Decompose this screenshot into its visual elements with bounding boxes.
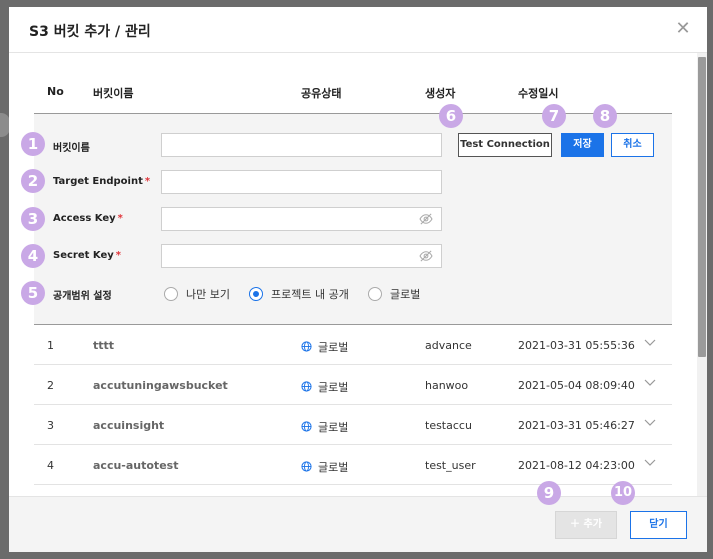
radio-button[interactable] xyxy=(164,287,178,301)
row-share-status: 글로벌 xyxy=(301,339,348,355)
table-row[interactable]: 1 tttt 글로벌 advance 2021-03-31 05:55:36 xyxy=(34,325,672,365)
scope-option-project[interactable]: 프로젝트 내 공개 xyxy=(249,286,349,302)
row-no: 3 xyxy=(47,419,54,432)
test-connection-button[interactable]: Test Connection xyxy=(458,133,552,157)
row-bucket-name: accutuningawsbucket xyxy=(93,379,228,392)
row-bucket-name: tttt xyxy=(93,339,115,352)
chevron-down-icon[interactable] xyxy=(644,336,656,348)
close-button[interactable]: 닫기 xyxy=(630,511,687,539)
row-modified: 2021-08-12 04:23:00 xyxy=(518,459,635,472)
share-status-text: 글로벌 xyxy=(318,341,349,354)
row-modified: 2021-03-31 05:55:36 xyxy=(518,339,635,352)
cancel-button[interactable]: 취소 xyxy=(611,133,654,157)
access-key-label: Access Key * xyxy=(53,213,123,224)
chevron-down-icon[interactable] xyxy=(644,456,656,468)
table-row[interactable]: 3 accuinsight 글로벌 testaccu 2021-03-31 05… xyxy=(34,405,672,445)
scope-option-label: 프로젝트 내 공개 xyxy=(271,288,349,301)
modal-footer: 9 ＋ 추가 10 닫기 xyxy=(9,481,707,552)
step-badge-5: 5 xyxy=(21,281,45,305)
target-endpoint-input[interactable] xyxy=(161,170,442,194)
step-badge-8: 8 xyxy=(593,104,617,128)
access-key-label-text: Access Key xyxy=(53,213,116,224)
table-row[interactable]: 2 accutuningawsbucket 글로벌 hanwoo 2021-05… xyxy=(34,365,672,405)
step-badge-6: 6 xyxy=(439,104,463,128)
secret-key-label-text: Secret Key xyxy=(53,250,114,261)
row-creator: test_user xyxy=(425,459,476,472)
globe-icon xyxy=(301,461,312,472)
save-button[interactable]: 저장 xyxy=(561,133,604,157)
row-share-status: 글로벌 xyxy=(301,459,348,475)
bucket-name-label: 버킷이름 xyxy=(53,143,90,154)
share-status-text: 글로벌 xyxy=(318,461,349,474)
target-endpoint-label: Target Endpoint * xyxy=(53,176,150,187)
chevron-down-icon[interactable] xyxy=(644,416,656,428)
column-header-share: 공유상태 xyxy=(301,87,342,100)
globe-icon xyxy=(301,341,312,352)
chevron-down-icon[interactable] xyxy=(644,376,656,388)
required-mark: * xyxy=(144,176,151,187)
secret-key-input[interactable] xyxy=(161,244,442,268)
share-status-text: 글로벌 xyxy=(318,381,349,394)
close-icon[interactable]: ✕ xyxy=(673,19,693,39)
row-no: 4 xyxy=(47,459,54,472)
modal-header: S3 버킷 추가 / 관리 ✕ xyxy=(9,7,707,53)
radio-button[interactable] xyxy=(249,287,263,301)
row-bucket-name: accuinsight xyxy=(93,419,165,432)
step-badge-4: 4 xyxy=(21,244,45,268)
modal-title: S3 버킷 추가 / 관리 xyxy=(29,24,151,40)
column-header-creator: 생성자 xyxy=(425,87,456,100)
column-header-no: No xyxy=(47,85,64,98)
step-badge-1: 1 xyxy=(21,132,45,156)
s3-bucket-modal: S3 버킷 추가 / 관리 ✕ No 버킷이름 공유상태 생성자 수정일시 1 … xyxy=(9,7,707,552)
scope-label: 공개범위 설정 xyxy=(53,291,112,302)
scope-option-label: 글로벌 xyxy=(390,288,421,301)
target-endpoint-label-text: Target Endpoint xyxy=(53,176,143,187)
globe-icon xyxy=(301,421,312,432)
step-badge-3: 3 xyxy=(21,207,45,231)
column-header-modified: 수정일시 xyxy=(518,87,559,100)
scope-option-private[interactable]: 나만 보기 xyxy=(164,286,230,302)
row-modified: 2021-05-04 08:09:40 xyxy=(518,379,635,392)
required-mark: * xyxy=(117,213,123,224)
step-badge-9: 9 xyxy=(537,481,561,505)
access-key-input[interactable] xyxy=(161,207,442,231)
globe-icon xyxy=(301,381,312,392)
secret-key-label: Secret Key * xyxy=(53,250,121,261)
step-badge-7: 7 xyxy=(542,104,566,128)
row-creator: testaccu xyxy=(425,419,472,432)
scrollbar-thumb[interactable] xyxy=(698,57,706,357)
eye-slash-icon[interactable] xyxy=(419,213,433,225)
row-modified: 2021-03-31 05:46:27 xyxy=(518,419,635,432)
scrollbar[interactable] xyxy=(697,53,707,496)
row-share-status: 글로벌 xyxy=(301,379,348,395)
row-share-status: 글로벌 xyxy=(301,419,348,435)
table-row[interactable]: 4 accu-autotest 글로벌 test_user 2021-08-12… xyxy=(34,445,672,485)
row-no: 1 xyxy=(47,339,54,352)
column-header-name: 버킷이름 xyxy=(93,87,134,100)
row-no: 2 xyxy=(47,379,54,392)
scope-option-global[interactable]: 글로벌 xyxy=(368,286,420,302)
scope-option-label: 나만 보기 xyxy=(186,288,230,301)
required-mark: * xyxy=(115,250,121,261)
row-bucket-name: accu-autotest xyxy=(93,459,179,472)
share-status-text: 글로벌 xyxy=(318,421,349,434)
add-button[interactable]: ＋ 추가 xyxy=(555,511,617,539)
row-creator: advance xyxy=(425,339,472,352)
step-badge-2: 2 xyxy=(21,169,45,193)
bucket-name-input[interactable] xyxy=(161,133,442,157)
eye-slash-icon[interactable] xyxy=(419,250,433,262)
radio-button[interactable] xyxy=(368,287,382,301)
step-badge-10: 10 xyxy=(611,481,635,505)
row-creator: hanwoo xyxy=(425,379,469,392)
